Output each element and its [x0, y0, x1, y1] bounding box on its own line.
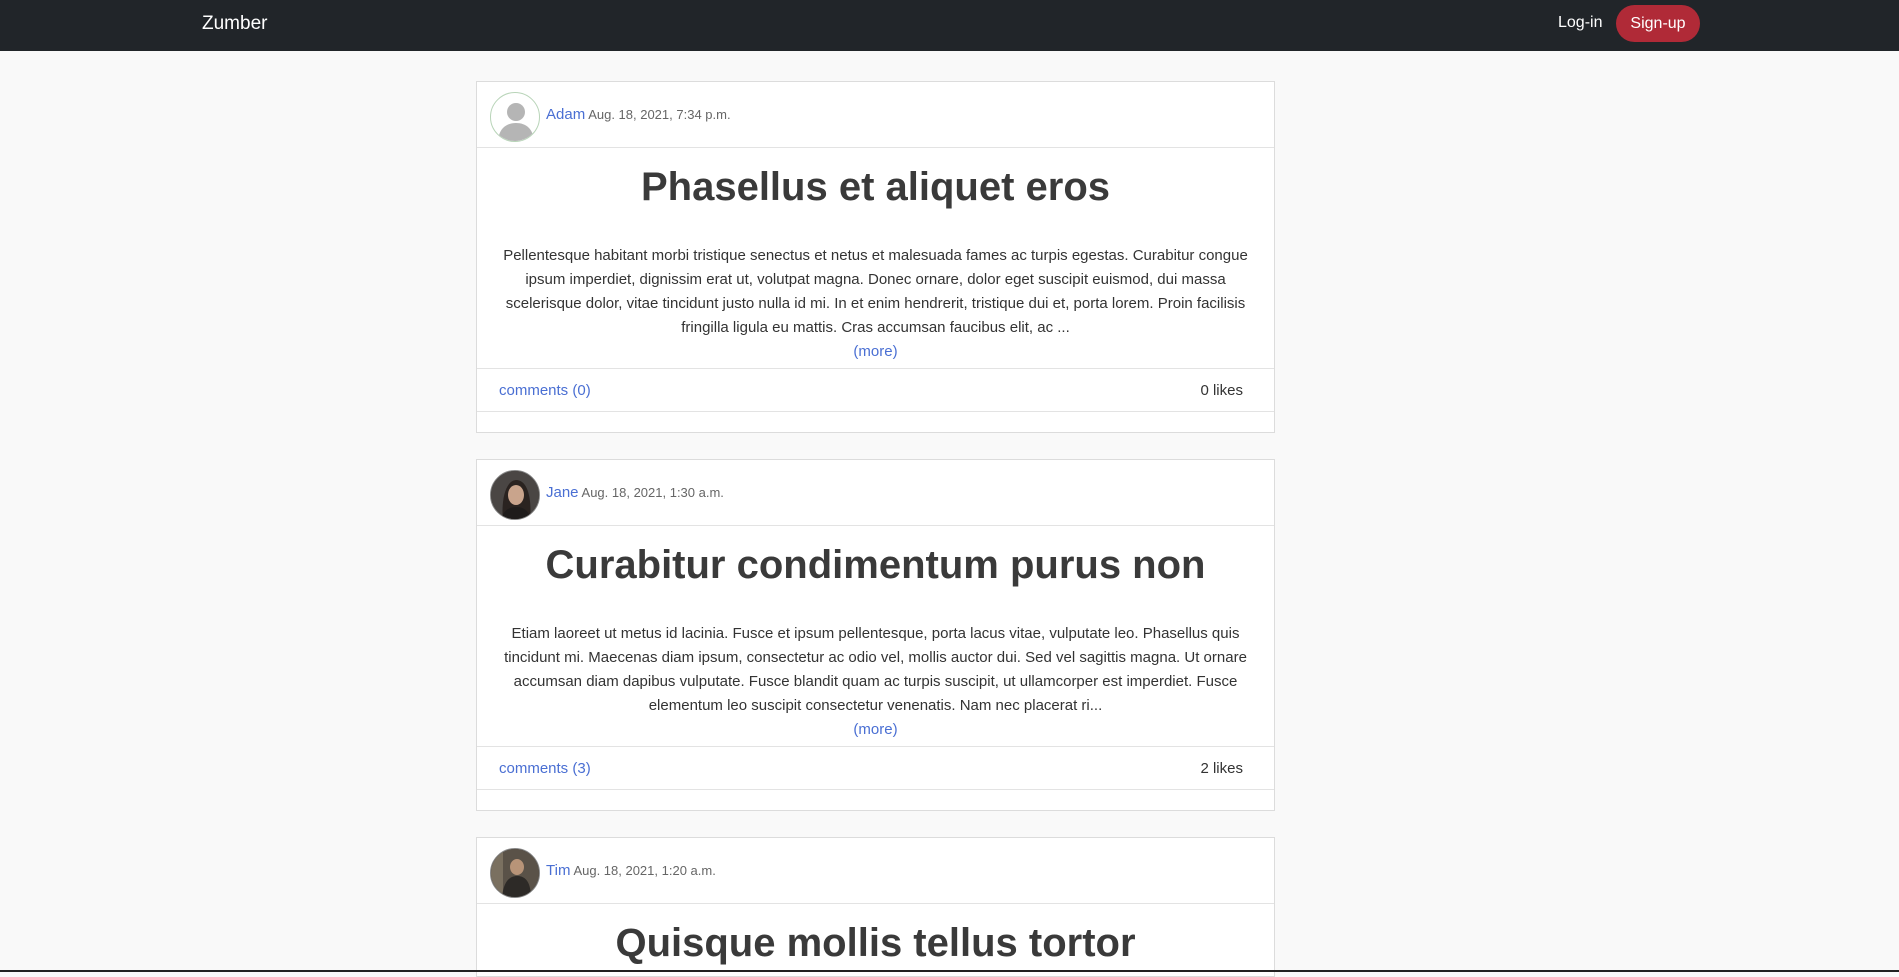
post-date: Aug. 18, 2021, 1:20 a.m. [573, 863, 716, 878]
post-card: Adam Aug. 18, 2021, 7:34 p.m. Phasellus e… [476, 81, 1275, 433]
signup-button[interactable]: Sign-up [1616, 5, 1700, 42]
post-title: Phasellus et aliquet eros [640, 165, 1111, 209]
comments-link[interactable]: comments (3) [499, 760, 591, 777]
author-link[interactable]: Adam Aug. 18, 2021, 7:34 p.m. [546, 106, 731, 124]
user-photo-avatar[interactable] [490, 848, 540, 898]
post-title: Curabitur condimentum purus non [545, 543, 1206, 587]
author-name[interactable]: Tim [546, 862, 570, 879]
default-avatar-icon[interactable] [490, 92, 540, 142]
more-link[interactable]: (more) [853, 718, 897, 742]
more-link[interactable]: (more) [853, 340, 897, 364]
post-date: Aug. 18, 2021, 7:34 p.m. [588, 107, 731, 122]
post-body: Phasellus et aliquet eros Pellentesque h… [477, 148, 1274, 364]
likes-count: 2 likes [1200, 760, 1243, 777]
top-navbar: Zumber Log-in Sign-up [0, 0, 1899, 51]
post-header: Adam Aug. 18, 2021, 7:34 p.m. [477, 82, 1274, 148]
post-footer: comments (0) 0 likes [477, 368, 1274, 412]
login-link[interactable]: Log-in [1558, 13, 1602, 33]
post-footer: comments (3) 2 likes [477, 746, 1274, 790]
author-name[interactable]: Jane [546, 484, 579, 501]
author-name[interactable]: Adam [546, 106, 585, 123]
post-card: Jane Aug. 18, 2021, 1:30 a.m. Curabitur c… [476, 459, 1275, 811]
post-body: Curabitur condimentum purus non Etiam la… [477, 526, 1274, 742]
post-excerpt: Pellentesque habitant morbi tristique se… [503, 247, 1248, 336]
author-link[interactable]: Tim Aug. 18, 2021, 1:20 a.m. [546, 862, 716, 880]
post-title: Quisque mollis tellus tortor [615, 921, 1136, 965]
post-header: Tim Aug. 18, 2021, 1:20 a.m. [477, 838, 1274, 904]
post-header: Jane Aug. 18, 2021, 1:30 a.m. [477, 460, 1274, 526]
post-date: Aug. 18, 2021, 1:30 a.m. [581, 485, 724, 500]
post-excerpt: Etiam laoreet ut metus id lacinia. Fusce… [504, 625, 1247, 714]
post-card: Tim Aug. 18, 2021, 1:20 a.m. Quisque moll… [476, 837, 1275, 977]
brand-link[interactable]: Zumber [202, 12, 267, 36]
comments-link[interactable]: comments (0) [499, 382, 591, 399]
likes-count: 0 likes [1200, 382, 1243, 399]
user-photo-avatar[interactable] [490, 470, 540, 520]
post-body: Quisque mollis tellus tortor [477, 904, 1274, 976]
author-link[interactable]: Jane Aug. 18, 2021, 1:30 a.m. [546, 484, 724, 502]
